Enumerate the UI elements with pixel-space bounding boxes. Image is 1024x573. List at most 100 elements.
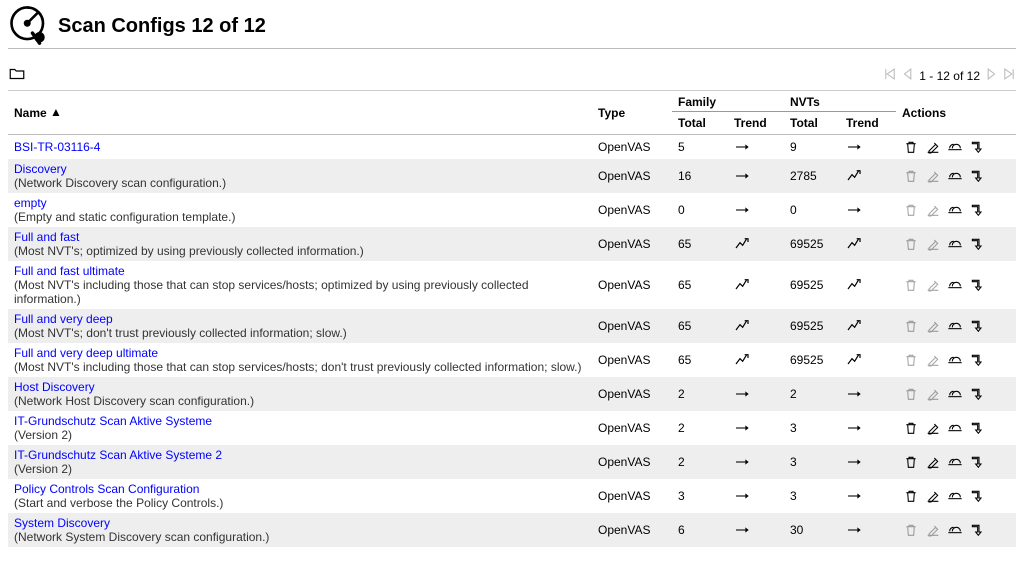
page-next-icon[interactable]: [984, 67, 998, 84]
trend-flat-icon: [734, 420, 750, 436]
family-total: 65: [672, 343, 728, 377]
pager-text: 1 - 12 of 12: [919, 69, 980, 83]
clone-icon[interactable]: [946, 453, 964, 471]
clone-icon[interactable]: [946, 419, 964, 437]
trend-up-icon: [846, 352, 862, 368]
edit-icon[interactable]: [924, 276, 942, 294]
config-type: OpenVAS: [592, 343, 672, 377]
nvt-total: 3: [784, 445, 840, 479]
delete-icon[interactable]: [902, 138, 920, 156]
clone-icon[interactable]: [946, 351, 964, 369]
clone-icon[interactable]: [946, 385, 964, 403]
delete-icon[interactable]: [902, 201, 920, 219]
edit-icon[interactable]: [924, 201, 942, 219]
export-icon[interactable]: [968, 276, 986, 294]
edit-icon[interactable]: [924, 487, 942, 505]
family-total: 6: [672, 513, 728, 547]
config-link[interactable]: empty: [14, 196, 47, 210]
trend-flat-icon: [846, 202, 862, 218]
export-icon[interactable]: [968, 235, 986, 253]
clone-icon[interactable]: [946, 201, 964, 219]
config-link[interactable]: System Discovery: [14, 516, 110, 530]
export-icon[interactable]: [968, 201, 986, 219]
delete-icon[interactable]: [902, 385, 920, 403]
col-name-header[interactable]: Name ▲: [8, 91, 592, 135]
delete-icon[interactable]: [902, 351, 920, 369]
clone-icon[interactable]: [946, 167, 964, 185]
clone-icon[interactable]: [946, 487, 964, 505]
trend-flat-icon: [734, 386, 750, 402]
delete-icon[interactable]: [902, 276, 920, 294]
page-title: Scan Configs 12 of 12: [58, 15, 266, 38]
config-desc: (Version 2): [14, 428, 586, 442]
family-total: 5: [672, 135, 728, 160]
config-link[interactable]: Full and very deep ultimate: [14, 346, 158, 360]
config-type: OpenVAS: [592, 135, 672, 160]
clone-icon[interactable]: [946, 235, 964, 253]
edit-icon[interactable]: [924, 138, 942, 156]
export-icon[interactable]: [968, 317, 986, 335]
edit-icon[interactable]: [924, 419, 942, 437]
export-icon[interactable]: [968, 521, 986, 539]
clone-icon[interactable]: [946, 317, 964, 335]
config-type: OpenVAS: [592, 411, 672, 445]
edit-icon[interactable]: [924, 235, 942, 253]
delete-icon[interactable]: [902, 419, 920, 437]
config-link[interactable]: IT-Grundschutz Scan Aktive Systeme 2: [14, 448, 222, 462]
page-prev-icon[interactable]: [901, 67, 915, 84]
config-link[interactable]: Full and very deep: [14, 312, 113, 326]
config-link[interactable]: Discovery: [14, 162, 67, 176]
config-link[interactable]: Full and fast: [14, 230, 79, 244]
col-nvt-trend-header[interactable]: Trend: [840, 112, 896, 135]
export-icon[interactable]: [968, 167, 986, 185]
config-link[interactable]: Full and fast ultimate: [14, 264, 125, 278]
col-family-total-header[interactable]: Total: [672, 112, 728, 135]
config-link[interactable]: Policy Controls Scan Configuration: [14, 482, 199, 496]
clone-icon[interactable]: [946, 138, 964, 156]
export-icon[interactable]: [968, 385, 986, 403]
export-icon[interactable]: [968, 487, 986, 505]
delete-icon[interactable]: [902, 317, 920, 335]
export-icon[interactable]: [968, 453, 986, 471]
trend-up-icon: [734, 236, 750, 252]
config-desc: (Most NVT's; don't trust previously coll…: [14, 326, 586, 340]
edit-icon[interactable]: [924, 453, 942, 471]
table-row: Full and fast ultimate (Most NVT's inclu…: [8, 261, 1016, 309]
export-icon[interactable]: [968, 419, 986, 437]
col-type-header[interactable]: Type: [592, 91, 672, 135]
trend-up-icon: [734, 277, 750, 293]
table-row: Full and very deep ultimate (Most NVT's …: [8, 343, 1016, 377]
edit-icon[interactable]: [924, 521, 942, 539]
nvt-total: 3: [784, 411, 840, 445]
col-family-trend-header[interactable]: Trend: [728, 112, 784, 135]
trend-flat-icon: [734, 454, 750, 470]
page-first-icon[interactable]: [883, 67, 897, 84]
new-scan-config-icon[interactable]: [8, 65, 26, 86]
trend-flat-icon: [846, 420, 862, 436]
delete-icon[interactable]: [902, 235, 920, 253]
config-link[interactable]: IT-Grundschutz Scan Aktive Systeme: [14, 414, 212, 428]
col-nvt-total-header[interactable]: Total: [784, 112, 840, 135]
table-row: Full and very deep (Most NVT's; don't tr…: [8, 309, 1016, 343]
page-last-icon[interactable]: [1002, 67, 1016, 84]
config-link[interactable]: BSI-TR-03116-4: [14, 140, 100, 154]
export-icon[interactable]: [968, 351, 986, 369]
delete-icon[interactable]: [902, 453, 920, 471]
nvt-total: 69525: [784, 343, 840, 377]
delete-icon[interactable]: [902, 521, 920, 539]
clone-icon[interactable]: [946, 521, 964, 539]
family-total: 16: [672, 159, 728, 193]
config-link[interactable]: Host Discovery: [14, 380, 95, 394]
edit-icon[interactable]: [924, 317, 942, 335]
export-icon[interactable]: [968, 138, 986, 156]
family-total: 0: [672, 193, 728, 227]
clone-icon[interactable]: [946, 276, 964, 294]
family-total: 65: [672, 309, 728, 343]
edit-icon[interactable]: [924, 385, 942, 403]
delete-icon[interactable]: [902, 167, 920, 185]
edit-icon[interactable]: [924, 167, 942, 185]
edit-icon[interactable]: [924, 351, 942, 369]
delete-icon[interactable]: [902, 487, 920, 505]
config-desc: (Network Host Discovery scan configurati…: [14, 394, 586, 408]
nvt-total: 69525: [784, 309, 840, 343]
